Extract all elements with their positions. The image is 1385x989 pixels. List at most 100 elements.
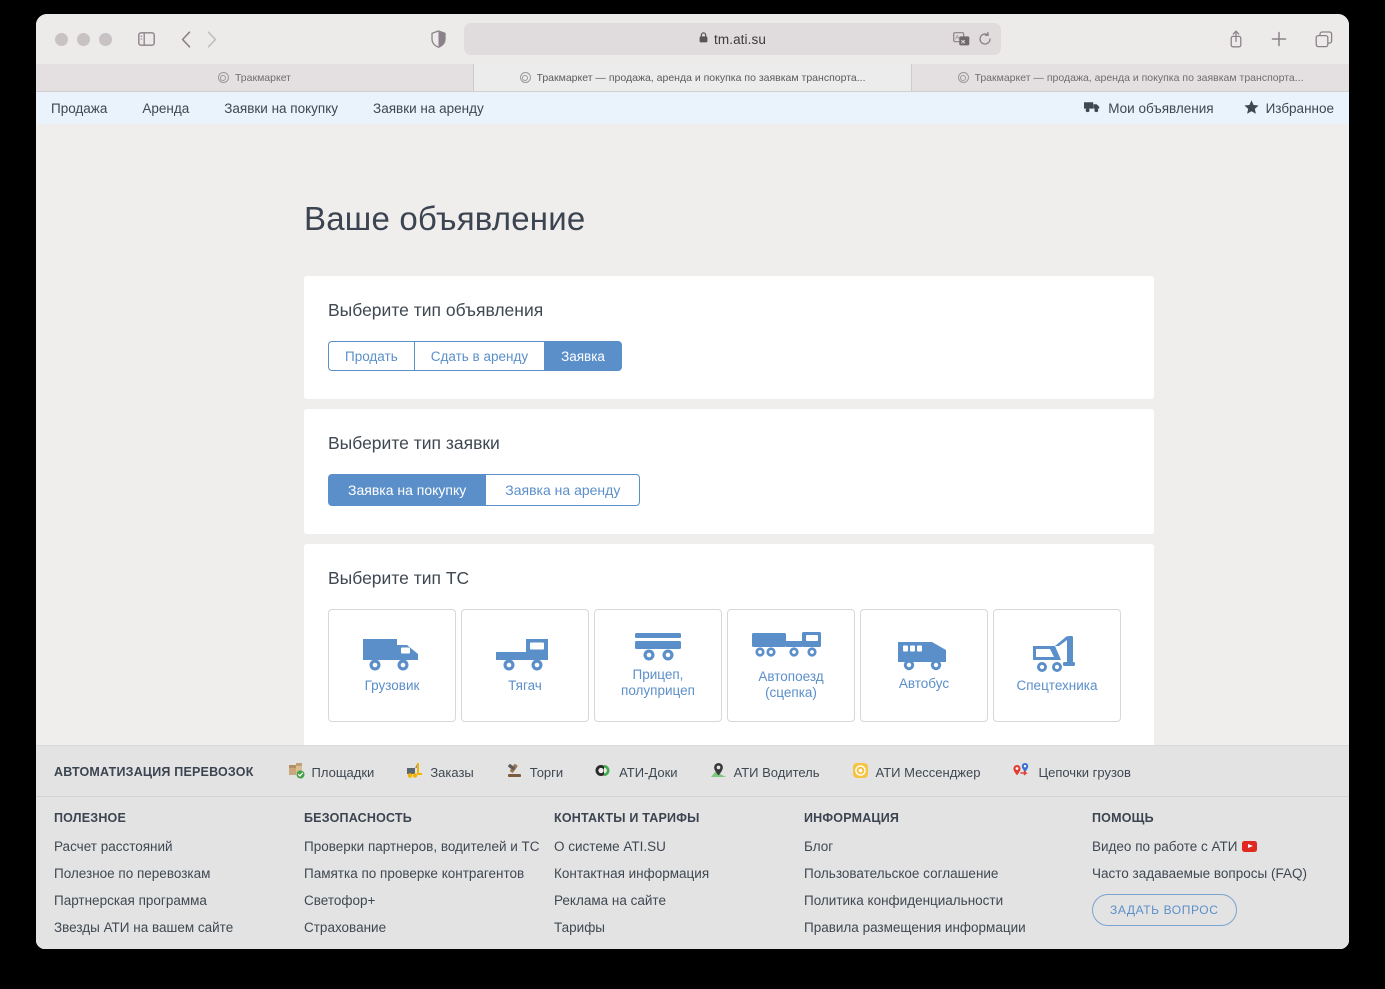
tab-title: Тракмаркет — продажа, аренда и покупка п… (536, 71, 866, 84)
sidebar-toggle-icon[interactable] (138, 32, 155, 46)
footer-service-zakazy[interactable]: Заказы (406, 762, 474, 782)
footer-column-information: ИНФОРМАЦИЯ Блог Пользовательское соглаше… (804, 811, 1092, 949)
nav-item-my-ads[interactable]: Мои объявления (1084, 100, 1214, 116)
footer-link[interactable]: Пользовательское соглашение (804, 866, 1092, 881)
vehicle-tile-trailer[interactable]: Прицеп, полуприцеп (594, 609, 722, 722)
footer-link[interactable]: Партнерская программа (54, 893, 304, 908)
footer-column-help: ПОМОЩЬ Видео по работе с АТИ Часто задав… (1092, 811, 1307, 949)
new-tab-icon[interactable] (1271, 31, 1287, 47)
nav-label: Мои объявления (1108, 100, 1214, 116)
tab-strip[interactable]: Тракмаркет Тракмаркет — продажа, аренда … (36, 64, 1349, 92)
footer-link[interactable]: Полезное по перевозкам (54, 866, 304, 881)
footer-cut-off-row (36, 939, 1349, 949)
nav-item-zayavki-na-arendu[interactable]: Заявки на аренду (373, 101, 484, 116)
tab-overview-icon[interactable] (1315, 30, 1333, 48)
footer-services-row: АВТОМАТИЗАЦИЯ ПЕРЕВОЗОК Площадки Заказы (36, 746, 1349, 797)
road-train-icon (750, 627, 832, 667)
request-type-card: Выберите тип заявки Заявка на покупку За… (304, 409, 1154, 534)
site-footer: АВТОМАТИЗАЦИЯ ПЕРЕВОЗОК Площадки Заказы (36, 745, 1349, 949)
footer-column-heading: ИНФОРМАЦИЯ (804, 811, 900, 825)
footer-services-heading: АВТОМАТИЗАЦИЯ ПЕРЕВОЗОК (54, 765, 254, 779)
reload-icon[interactable] (978, 32, 992, 46)
boxes-icon (288, 762, 305, 782)
address-bar[interactable]: tm.ati.su Aж (464, 23, 1001, 55)
browser-tab-active[interactable]: Тракмаркет — продажа, аренда и покупка п… (474, 64, 912, 91)
minimize-window-button[interactable] (77, 32, 90, 46)
browser-tab[interactable]: Тракмаркет (36, 64, 474, 91)
privacy-shield-icon[interactable] (431, 30, 446, 48)
vehicle-tile-special-machinery[interactable]: Спецтехника (993, 609, 1121, 722)
footer-link[interactable]: Расчет расстояний (54, 839, 304, 854)
gavel-icon (506, 762, 523, 782)
footer-service-label: АТИ Мессенджер (875, 764, 981, 780)
footer-link[interactable]: Проверки партнеров, водителей и ТС (304, 839, 554, 854)
url-text: tm.ati.su (714, 31, 766, 47)
request-type-option-rent[interactable]: Заявка на аренду (485, 474, 641, 506)
docs-icon (595, 762, 612, 782)
footer-link[interactable]: Политика конфиденциальности (804, 893, 1092, 908)
footer-link[interactable]: Светофор+ (304, 893, 554, 908)
nav-item-arenda[interactable]: Аренда (142, 101, 189, 116)
footer-service-label: Заказы (430, 764, 474, 780)
site-favicon-icon (957, 72, 969, 83)
ad-type-option-rent-out[interactable]: Сдать в аренду (413, 341, 545, 371)
browser-tab[interactable]: Тракмаркет — продажа, аренда и покупка п… (912, 64, 1349, 91)
vehicle-tile-bus[interactable]: Автобус (860, 609, 988, 722)
request-type-segmented-control[interactable]: Заявка на покупку Заявка на аренду (328, 474, 641, 506)
footer-service-ati-messenger[interactable]: АТИ Мессенджер (852, 762, 981, 782)
vehicle-tile-road-train[interactable]: Автопоезд (сцепка) (727, 609, 855, 722)
close-window-button[interactable] (55, 32, 68, 46)
request-type-option-purchase[interactable]: Заявка на покупку (328, 474, 486, 506)
footer-link-faq[interactable]: Часто задаваемые вопросы (FAQ) (1092, 866, 1307, 881)
ad-type-segmented-control[interactable]: Продать Сдать в аренду Заявка (328, 341, 622, 371)
nav-item-favorites[interactable]: Избранное (1243, 99, 1334, 117)
footer-service-ati-voditel[interactable]: АТИ Водитель (710, 762, 820, 782)
vehicle-tile-truck[interactable]: Грузовик (328, 609, 456, 722)
vehicle-type-card: Выберите тип ТС Грузовик Тягач Прицеп, п… (304, 544, 1154, 750)
chain-pins-icon (1012, 762, 1031, 782)
footer-link[interactable]: Звезды АТИ на вашем сайте (54, 920, 304, 935)
footer-service-tsepochki-gruzov[interactable]: Цепочки грузов (1012, 762, 1131, 782)
nav-label: Избранное (1265, 100, 1334, 116)
lock-icon (699, 32, 708, 46)
footer-link[interactable]: Страхование (304, 920, 554, 935)
translate-icon[interactable]: Aж (953, 32, 970, 46)
footer-link[interactable]: Памятка по проверке контрагентов (304, 866, 554, 881)
footer-service-label: АТИ Водитель (733, 764, 820, 780)
footer-link[interactable]: Правила размещения информации (804, 920, 1092, 935)
ad-type-option-request[interactable]: Заявка (544, 341, 622, 371)
back-button[interactable] (181, 30, 191, 48)
footer-service-ati-doki[interactable]: АТИ-Доки (595, 762, 678, 782)
footer-link[interactable]: Контактная информация (554, 866, 804, 881)
page-viewport: Продажа Аренда Заявки на покупку Заявки … (36, 92, 1349, 949)
vehicle-type-tiles: Грузовик Тягач Прицеп, полуприцеп Автопо… (328, 609, 1130, 722)
footer-service-torgi[interactable]: Торги (506, 762, 563, 782)
footer-service-ploshchadki[interactable]: Площадки (288, 762, 374, 782)
vehicle-type-heading: Выберите тип ТС (328, 568, 470, 588)
ad-type-option-sell[interactable]: Продать (328, 341, 414, 371)
window-controls[interactable] (55, 32, 112, 46)
footer-link[interactable]: О системе ATI.SU (554, 839, 804, 854)
footer-link[interactable]: Тарифы (554, 920, 804, 935)
tractor-unit-icon (494, 634, 556, 676)
forward-button[interactable] (207, 30, 217, 48)
footer-service-label: АТИ-Доки (619, 764, 678, 780)
nav-item-prodazha[interactable]: Продажа (51, 101, 107, 116)
footer-service-label: Цепочки грузов (1038, 764, 1131, 780)
youtube-icon (1242, 841, 1258, 852)
maximize-window-button[interactable] (99, 32, 112, 46)
nav-item-zayavki-na-pokupku[interactable]: Заявки на покупку (224, 101, 338, 116)
footer-link[interactable]: Блог (804, 839, 1092, 854)
vehicle-tile-tractor-unit[interactable]: Тягач (461, 609, 589, 722)
star-icon (1243, 99, 1259, 117)
browser-window: tm.ati.su Aж Тракмаркет Тракмаркет — про… (36, 14, 1349, 949)
nav-label: Заявки на аренду (373, 100, 484, 116)
footer-column-contacts: КОНТАКТЫ И ТАРИФЫ О системе ATI.SU Конта… (554, 811, 804, 949)
footer-link[interactable]: Реклама на сайте (554, 893, 804, 908)
share-icon[interactable] (1229, 30, 1243, 48)
ask-question-button[interactable]: ЗАДАТЬ ВОПРОС (1092, 894, 1237, 926)
nav-label: Продажа (51, 100, 108, 116)
vehicle-tile-label: Автопоезд (сцепка) (758, 668, 824, 700)
forklift-icon (406, 762, 423, 782)
footer-link-video[interactable]: Видео по работе с АТИ (1092, 839, 1307, 854)
